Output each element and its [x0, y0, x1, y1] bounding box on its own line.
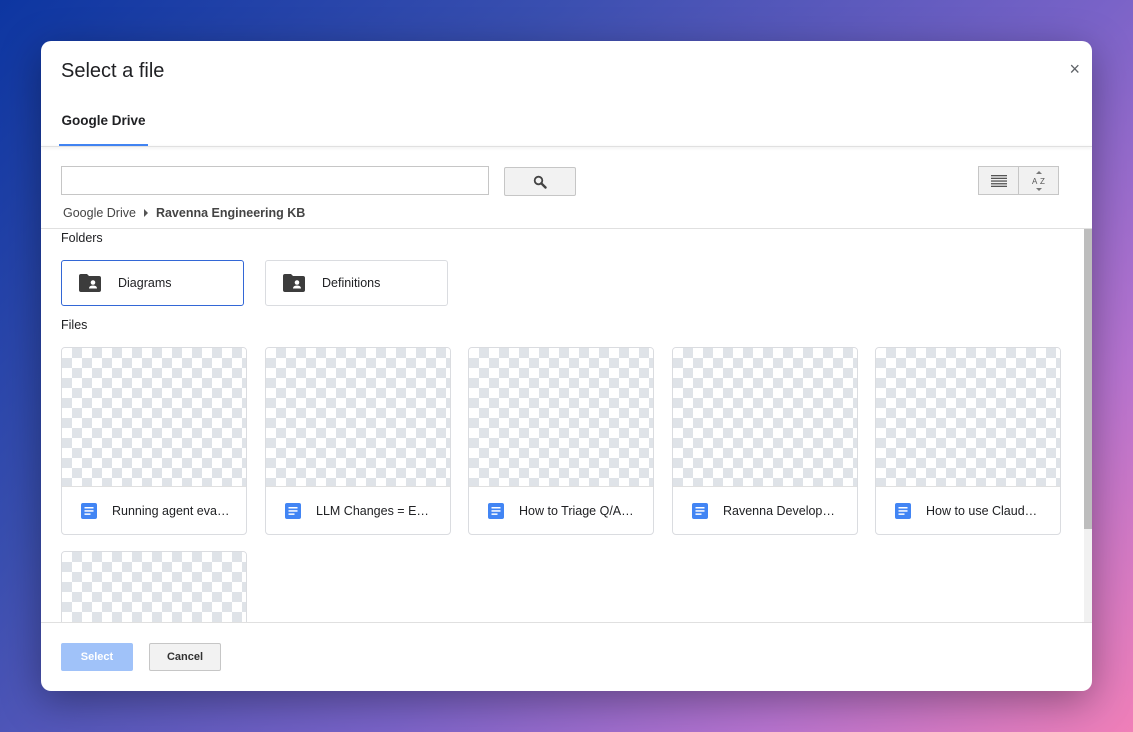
svg-text:Z: Z	[1040, 177, 1045, 186]
shared-folder-icon	[283, 274, 305, 292]
list-view-icon	[990, 174, 1007, 187]
file-browser-content: Folders Diagrams Definitions Files Runni…	[41, 229, 1084, 622]
search-icon	[533, 175, 547, 189]
google-docs-icon	[285, 503, 301, 519]
breadcrumb: Google Drive Ravenna Engineering KB	[63, 206, 305, 220]
folder-name: Diagrams	[118, 276, 172, 290]
file-card[interactable]	[61, 551, 247, 622]
folder-item-definitions[interactable]: Definitions	[265, 260, 448, 306]
header-divider	[41, 146, 1092, 147]
footer-divider	[41, 622, 1092, 623]
scrollbar-thumb[interactable]	[1084, 229, 1092, 529]
sort-button[interactable]: A Z	[1018, 166, 1059, 195]
scrollbar[interactable]	[1084, 229, 1092, 622]
tab-google-drive[interactable]: Google Drive	[59, 101, 148, 146]
search-input[interactable]	[61, 166, 489, 195]
svg-text:A: A	[1032, 177, 1038, 186]
breadcrumb-root[interactable]: Google Drive	[63, 206, 136, 220]
cancel-button[interactable]: Cancel	[149, 643, 221, 671]
file-card[interactable]: Running agent eva…	[61, 347, 247, 535]
file-thumbnail	[469, 348, 653, 487]
close-icon[interactable]: ×	[1069, 59, 1080, 80]
google-docs-icon	[81, 503, 97, 519]
file-card[interactable]: Ravenna Develope…	[672, 347, 858, 535]
shared-folder-icon	[79, 274, 101, 292]
folder-name: Definitions	[322, 276, 381, 290]
file-name: LLM Changes = Ev…	[316, 504, 434, 518]
file-name: Running agent eva…	[112, 504, 230, 518]
file-card[interactable]: How to use Claud…	[875, 347, 1061, 535]
file-name: How to use Claud…	[926, 504, 1038, 518]
file-thumbnail	[876, 348, 1060, 487]
dialog-title: Select a file	[61, 60, 165, 82]
folder-item-diagrams[interactable]: Diagrams	[61, 260, 244, 306]
folders-heading: Folders	[61, 231, 103, 245]
file-card[interactable]: LLM Changes = Ev…	[265, 347, 451, 535]
google-docs-icon	[692, 503, 708, 519]
file-name: Ravenna Develope…	[723, 504, 841, 518]
search-button[interactable]	[504, 167, 576, 196]
file-card[interactable]: How to Triage Q/A…	[468, 347, 654, 535]
breadcrumb-current: Ravenna Engineering KB	[155, 206, 306, 220]
sort-az-icon: A Z	[1032, 170, 1045, 191]
file-thumbnail	[673, 348, 857, 487]
list-view-button[interactable]	[978, 166, 1019, 195]
google-docs-icon	[488, 503, 504, 519]
chevron-right-icon	[143, 209, 148, 217]
file-name: How to Triage Q/A…	[519, 504, 634, 518]
file-picker-dialog: Select a file × Google Drive A Z Google …	[41, 41, 1092, 691]
tab-label: Google Drive	[61, 113, 146, 128]
file-thumbnail	[266, 348, 450, 487]
file-thumbnail	[62, 552, 246, 622]
select-button[interactable]: Select	[61, 643, 133, 671]
files-heading: Files	[61, 318, 88, 332]
google-docs-icon	[895, 503, 911, 519]
file-thumbnail	[62, 348, 246, 487]
